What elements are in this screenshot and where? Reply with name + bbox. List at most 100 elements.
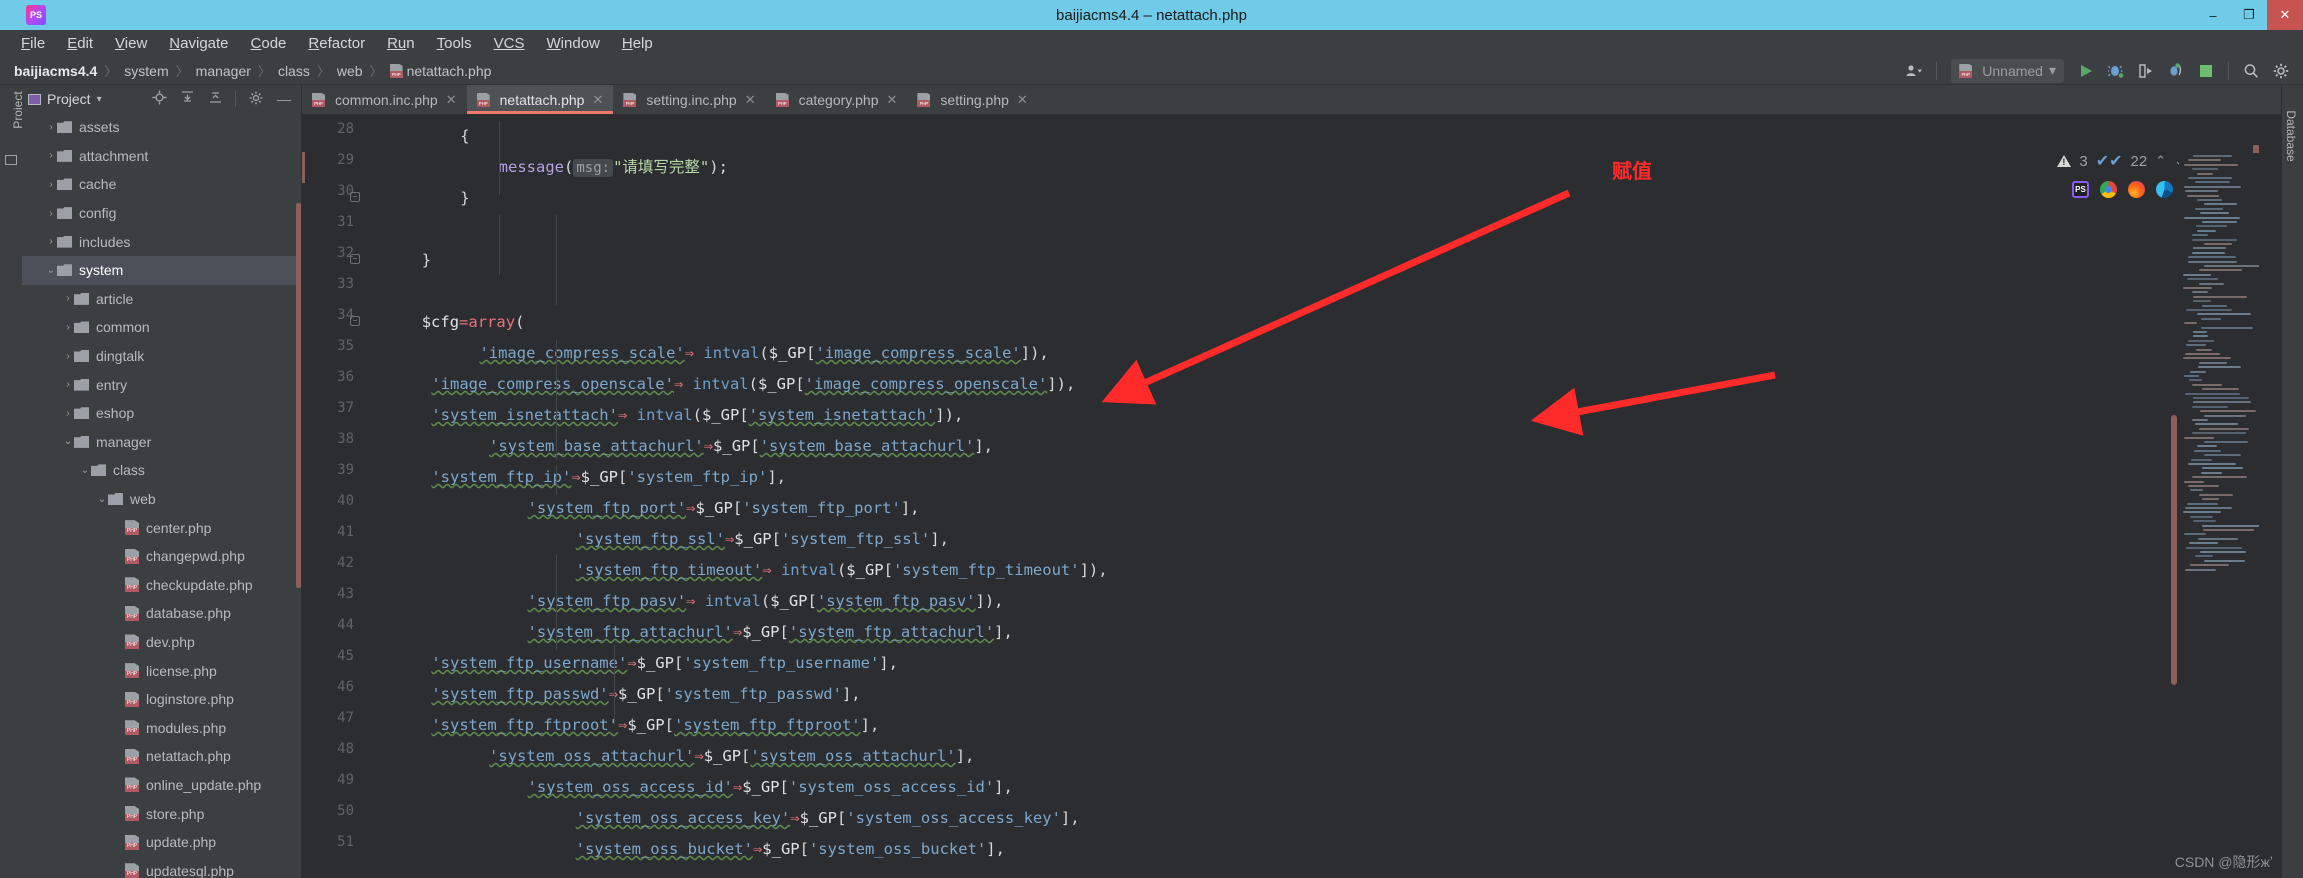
- firefox-icon[interactable]: [2128, 181, 2145, 198]
- debug-bug-icon[interactable]: [2102, 59, 2130, 83]
- breadcrumb-file[interactable]: netattach.php: [407, 63, 492, 79]
- tree-node-dev-php[interactable]: ›dev.php: [22, 628, 301, 657]
- tree-node-modules-php[interactable]: ›modules.php: [22, 713, 301, 742]
- breadcrumb-manager[interactable]: manager: [196, 63, 251, 79]
- tree-node-checkupdate-php[interactable]: ›checkupdate.php: [22, 571, 301, 600]
- breadcrumb-class[interactable]: class: [278, 63, 310, 79]
- tree-node-online-update-php[interactable]: ›online_update.php: [22, 771, 301, 800]
- code-line[interactable]: 'system_ftp_attachurl'⇒$_GP['system_ftp_…: [364, 617, 1013, 648]
- chevron-right-icon[interactable]: ›: [45, 122, 57, 133]
- code-line[interactable]: 'system_ftp_username'⇒$_GP['system_ftp_u…: [364, 648, 898, 679]
- inspection-widget[interactable]: 3 ✔✔ 22 ⌃ ⌄: [2057, 151, 2185, 171]
- code-line[interactable]: 'system_isnetattach'⇒ intval($_GP['syste…: [364, 400, 963, 431]
- code-line[interactable]: 'system_ftp_ftproot'⇒$_GP['system_ftp_ft…: [364, 710, 879, 741]
- expand-all-icon[interactable]: [176, 90, 198, 108]
- chevron-right-icon[interactable]: ›: [45, 150, 57, 161]
- code-line[interactable]: 'image_compress_scale'⇒ intval($_GP['ima…: [364, 338, 1048, 369]
- code-fold-icon[interactable]: −: [350, 316, 360, 326]
- menu-item-navigate[interactable]: Navigate: [158, 35, 239, 52]
- close-icon[interactable]: ✕: [592, 92, 603, 108]
- editor-tab-common-inc-php[interactable]: common.inc.php ✕: [302, 85, 467, 114]
- chevron-down-icon[interactable]: ⌄: [96, 494, 108, 505]
- tree-node-update-php[interactable]: ›update.php: [22, 828, 301, 857]
- locate-icon[interactable]: [148, 90, 170, 108]
- code-line[interactable]: message(msg: "请填写完整");: [364, 152, 728, 183]
- code-line[interactable]: 'system_ftp_ssl'⇒$_GP['system_ftp_ssl'],: [364, 524, 949, 555]
- chevron-right-icon[interactable]: ›: [45, 236, 57, 247]
- breadcrumb-project[interactable]: baijiacms4.4: [14, 63, 97, 79]
- breadcrumb-web[interactable]: web: [337, 63, 363, 79]
- code-line[interactable]: 'system_oss_attachurl'⇒$_GP['system_oss_…: [364, 741, 974, 772]
- tree-node-updatesql-php[interactable]: ›updatesql.php: [22, 856, 301, 878]
- hide-panel-icon[interactable]: —: [273, 91, 295, 107]
- tree-node-loginstore-php[interactable]: ›loginstore.php: [22, 685, 301, 714]
- edge-icon[interactable]: [2156, 181, 2173, 198]
- close-icon[interactable]: ✕: [745, 92, 756, 108]
- project-tree[interactable]: › assets › attachment › cache › config › includes…: [22, 113, 301, 878]
- menu-item-edit[interactable]: Edit: [56, 35, 104, 52]
- run-with-coverage-icon[interactable]: [2132, 59, 2160, 83]
- tree-node-web[interactable]: ⌄ web: [22, 485, 301, 514]
- menu-item-help[interactable]: Help: [611, 35, 664, 52]
- settings-gear-icon[interactable]: [245, 91, 267, 108]
- tree-node-includes[interactable]: › includes: [22, 227, 301, 256]
- code-editor[interactable]: 28 29 30−31 32−33 34−35 36 37 38 39 40 41 42 43 44 45 4…: [302, 115, 2281, 878]
- tree-node-netattach-php[interactable]: ›netattach.php: [22, 742, 301, 771]
- tree-node-entry[interactable]: › entry: [22, 370, 301, 399]
- code-line[interactable]: 'system_oss_bucket'⇒$_GP['system_oss_buc…: [364, 834, 1005, 865]
- code-line[interactable]: }: [364, 183, 469, 214]
- tree-node-changepwd-php[interactable]: ›changepwd.php: [22, 542, 301, 571]
- prev-problem-icon[interactable]: ⌃: [2155, 153, 2166, 169]
- chevron-right-icon[interactable]: ›: [62, 408, 74, 419]
- code-content[interactable]: {message(msg: "请填写完整");}} $cfg=array('imag…: [364, 115, 2281, 878]
- code-line[interactable]: 'system_ftp_port'⇒$_GP['system_ftp_port'…: [364, 493, 920, 524]
- tree-node-class[interactable]: ⌄ class: [22, 456, 301, 485]
- phpstorm-icon[interactable]: PS: [2072, 181, 2089, 198]
- code-line[interactable]: 'system_ftp_passwd'⇒$_GP['system_ftp_pas…: [364, 679, 860, 710]
- tree-node-license-php[interactable]: ›license.php: [22, 656, 301, 685]
- chevron-right-icon[interactable]: ›: [45, 179, 57, 190]
- run-play-icon[interactable]: [2072, 59, 2100, 83]
- editor-tab-setting-inc-php[interactable]: setting.inc.php ✕: [613, 85, 765, 114]
- tree-node-common[interactable]: › common: [22, 313, 301, 342]
- minimize-button[interactable]: –: [2195, 0, 2231, 30]
- editor-tab-setting-php[interactable]: setting.php ✕: [907, 85, 1037, 114]
- tree-node-center-php[interactable]: ›center.php: [22, 513, 301, 542]
- chevron-down-icon[interactable]: ⌄: [79, 465, 91, 476]
- code-line[interactable]: 'image_compress_openscale'⇒ intval($_GP[…: [364, 369, 1075, 400]
- menu-item-file[interactable]: File: [10, 35, 56, 52]
- tree-node-system[interactable]: ⌄ system: [22, 255, 301, 285]
- chevron-down-icon[interactable]: ⌄: [45, 265, 57, 276]
- breadcrumb-system[interactable]: system: [124, 63, 168, 79]
- tool-tab-database[interactable]: Database: [2284, 104, 2298, 168]
- editor-tab-category-php[interactable]: category.php ✕: [766, 85, 908, 114]
- code-line[interactable]: 'system_base_attachurl'⇒$_GP['system_bas…: [364, 431, 993, 462]
- tree-node-dingtalk[interactable]: › dingtalk: [22, 342, 301, 371]
- editor-vertical-scrollbar[interactable]: [2171, 415, 2177, 685]
- close-icon[interactable]: ✕: [1017, 92, 1028, 108]
- user-accounts-icon[interactable]: [1900, 59, 1928, 83]
- tree-node-assets[interactable]: › assets: [22, 113, 301, 142]
- collapse-all-icon[interactable]: [204, 90, 226, 108]
- tree-node-eshop[interactable]: › eshop: [22, 399, 301, 428]
- tree-node-article[interactable]: › article: [22, 285, 301, 314]
- code-fold-icon[interactable]: −: [350, 254, 360, 264]
- code-line[interactable]: {: [364, 121, 469, 152]
- chrome-icon[interactable]: [2100, 181, 2117, 198]
- chevron-right-icon[interactable]: ›: [45, 208, 57, 219]
- tree-node-manager[interactable]: ⌄ manager: [22, 428, 301, 457]
- editor-minimap[interactable]: [2179, 145, 2259, 878]
- code-line[interactable]: 'system_ftp_pasv'⇒ intval($_GP['system_f…: [364, 586, 1004, 617]
- close-icon[interactable]: ✕: [887, 92, 898, 108]
- chevron-down-icon[interactable]: ⌄: [62, 436, 74, 447]
- tree-node-attachment[interactable]: › attachment: [22, 142, 301, 171]
- editor-gutter[interactable]: 28 29 30−31 32−33 34−35 36 37 38 39 40 41 42 43 44 45 4…: [302, 115, 364, 878]
- run-configuration-selector[interactable]: Unnamed ▾: [1951, 58, 2064, 83]
- search-icon[interactable]: [2237, 59, 2265, 83]
- menu-item-view[interactable]: View: [104, 35, 158, 52]
- code-line[interactable]: 'system_ftp_ip'⇒$_GP['system_ftp_ip'],: [364, 462, 786, 493]
- settings-gear-icon[interactable]: [2267, 59, 2295, 83]
- stop-square-icon[interactable]: [2192, 59, 2220, 83]
- code-line[interactable]: 'system_oss_access_key'⇒$_GP['system_oss…: [364, 803, 1080, 834]
- project-tree-scrollbar[interactable]: [296, 203, 301, 588]
